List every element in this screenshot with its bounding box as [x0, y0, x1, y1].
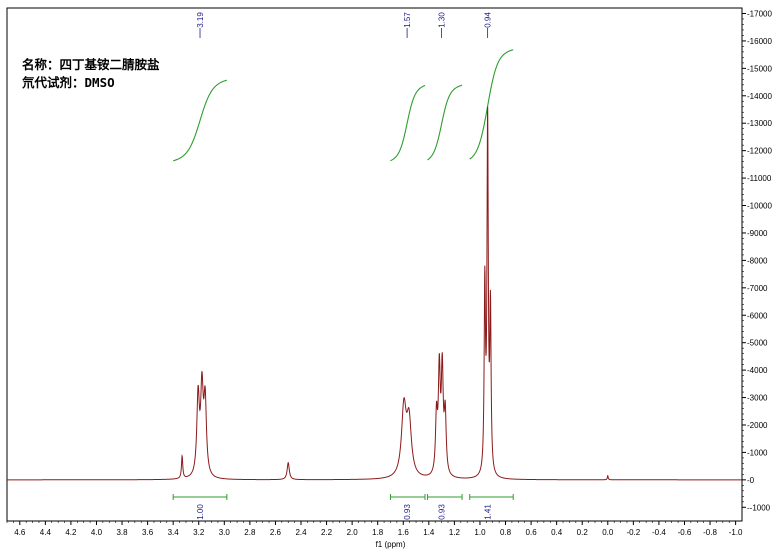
peak-label: 0.94	[484, 12, 493, 28]
y-tick-label: --1000	[747, 503, 771, 512]
x-tick-label: 4.0	[91, 528, 103, 537]
spectrum-trace	[7, 106, 742, 481]
y-tick-label: -17000	[747, 9, 772, 18]
x-tick-label: 0.0	[602, 528, 614, 537]
x-tick-label: 1.4	[423, 528, 435, 537]
integral-curve	[173, 79, 228, 162]
y-tick-label: -3000	[747, 394, 768, 403]
x-tick-label: -0.6	[678, 528, 692, 537]
x-axis-title: f1 (ppm)	[376, 540, 406, 549]
integral-curve	[469, 49, 514, 160]
x-tick-label: 3.8	[116, 528, 128, 537]
peak-label: 1.57	[403, 12, 412, 28]
y-tick-label: -16000	[747, 37, 772, 46]
x-tick-label: 4.6	[14, 528, 26, 537]
plot-border	[6, 7, 743, 522]
x-tick-label: 0.8	[500, 528, 512, 537]
x-tick-label: 2.0	[347, 528, 359, 537]
x-tick-label: 1.0	[474, 528, 486, 537]
x-tick-label: -0.8	[703, 528, 717, 537]
y-tick-label: -14000	[747, 92, 772, 101]
x-tick-label: 0.4	[551, 528, 563, 537]
x-tick-label: -0.2	[626, 528, 640, 537]
solvent-name: DMSO	[84, 75, 115, 90]
integral-value-label: 0.93	[438, 504, 447, 520]
y-tick-label: -0	[747, 476, 755, 485]
integral-value-label: 1.00	[196, 504, 205, 520]
x-tick-label: -0.4	[652, 528, 666, 537]
y-tick-label: -12000	[747, 147, 772, 156]
x-tick-label: 4.2	[65, 528, 77, 537]
y-tick-label: -10000	[747, 202, 772, 211]
x-tick-label: 1.8	[372, 528, 384, 537]
spectrum-line	[7, 106, 742, 481]
peak-label: 1.30	[438, 12, 447, 28]
solvent-line: 氘代试剂：DMSO	[22, 72, 115, 91]
y-tick-label: -15000	[747, 64, 772, 73]
integral-curve	[390, 84, 426, 162]
y-axis: --1000 -0 -1000 -2000 -3000 -4000 -5000 -6000 -7…	[742, 9, 772, 512]
compound-name: 四丁基铵二腈胺盐	[59, 57, 160, 72]
y-tick-label: -9000	[747, 229, 768, 238]
y-tick-label: -11000	[747, 174, 772, 183]
y-tick-label: -1000	[747, 448, 768, 457]
x-axis: 4.6 4.4 4.2 4.0 3.8 3.6 3.4 3.2 3.0 2.8 2.6 2.4 2.2 2…	[6, 521, 743, 537]
x-tick-label: 2.8	[244, 528, 256, 537]
solvent-label: 氘代试剂：	[22, 75, 85, 90]
x-tick-label: 4.4	[40, 528, 52, 537]
y-tick-label: -2000	[747, 421, 768, 430]
peak-label: 3.19	[196, 12, 205, 28]
compound-name-line: 名称：四丁基铵二腈胺盐	[22, 54, 160, 73]
nmr-spectrum-chart: --1000 -0 -1000 -2000 -3000 -4000 -5000 -6000 -7…	[6, 7, 772, 549]
x-tick-label: 2.6	[270, 528, 282, 537]
y-tick-label: -6000	[747, 311, 768, 320]
x-tick-label: 1.2	[449, 528, 461, 537]
peak-markers: 3.19 1.57 1.30 0.94	[196, 12, 493, 38]
y-tick-label: -13000	[747, 119, 772, 128]
compound-name-label: 名称：	[22, 57, 60, 72]
x-tick-label: 3.0	[219, 528, 231, 537]
x-tick-label: 3.4	[168, 528, 180, 537]
x-tick-label: 0.6	[526, 528, 538, 537]
x-tick-label: -1.0	[729, 528, 743, 537]
x-tick-label: 3.2	[193, 528, 205, 537]
integral-bars: 1.00 0.93 0.93 1.41	[172, 494, 514, 520]
integral-value-label: 0.93	[403, 504, 412, 520]
x-tick-label: 3.6	[142, 528, 154, 537]
x-tick-label: 2.4	[295, 528, 307, 537]
y-tick-label: -7000	[747, 284, 768, 293]
x-tick-label: 1.6	[398, 528, 410, 537]
plot-frame	[6, 7, 743, 522]
y-tick-label: -5000	[747, 339, 768, 348]
x-tick-label: 2.2	[321, 528, 333, 537]
x-tick-label: 0.2	[577, 528, 589, 537]
integral-curves	[173, 49, 514, 162]
y-tick-label: -8000	[747, 256, 768, 265]
integral-curve	[427, 84, 463, 161]
y-tick-label: -4000	[747, 366, 768, 375]
integral-value-label: 1.41	[484, 504, 493, 520]
